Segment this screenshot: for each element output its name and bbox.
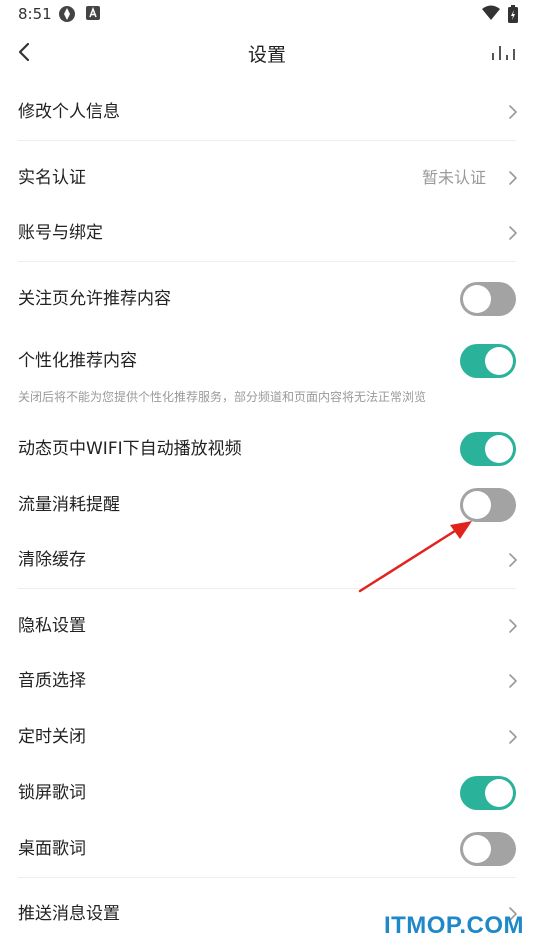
toggle-knob [485,779,513,807]
toggle-knob [463,285,491,313]
chevron-right-icon [509,226,517,240]
privacy-settings-row[interactable]: 隐私设置 [18,606,517,646]
wifi-autoplay-row: 动态页中WIFI下自动播放视频 [18,429,516,469]
realname-auth-row[interactable]: 实名认证 暂未认证 [18,158,517,198]
desktop-lyrics-toggle[interactable] [460,832,516,866]
lockscreen-lyrics-toggle[interactable] [460,776,516,810]
realname-status: 暂未认证 [421,168,486,187]
toggle-knob [485,347,513,375]
toggle-knob [485,435,513,463]
account-binding-label: 账号与绑定 [18,223,103,243]
wifi-autoplay-toggle[interactable] [460,432,516,466]
divider [18,261,516,262]
timer-close-label: 定时关闭 [18,727,86,747]
clear-cache-label: 清除缓存 [18,550,86,570]
chevron-right-icon [509,674,517,688]
equalizer-icon [492,46,515,60]
edit-profile-row[interactable]: 修改个人信息 [18,92,517,132]
follow-recommend-toggle[interactable] [460,282,516,316]
account-binding-row[interactable]: 账号与绑定 [18,213,517,253]
divider [18,140,516,141]
push-settings-label: 推送消息设置 [18,904,120,924]
desktop-lyrics-row: 桌面歌词 [18,829,516,869]
audio-quality-row[interactable]: 音质选择 [18,661,517,701]
personalized-recommend-toggle[interactable] [460,344,516,378]
annotation-arrow-icon [358,521,472,593]
app-notification-icon [58,5,76,27]
follow-recommend-row: 关注页允许推荐内容 [18,279,516,319]
audio-quality-label: 音质选择 [18,671,86,691]
battery-icon [508,5,518,27]
chevron-right-icon [509,619,517,633]
wifi-autoplay-label: 动态页中WIFI下自动播放视频 [18,439,242,459]
chevron-right-icon [509,553,517,567]
divider [18,877,516,878]
chevron-right-icon [509,105,517,119]
page-title: 设置 [247,44,286,66]
equalizer-button[interactable] [490,40,518,64]
desktop-lyrics-label: 桌面歌词 [18,839,86,859]
personalized-recommend-label: 个性化推荐内容 [18,351,137,371]
timer-close-row[interactable]: 定时关闭 [18,717,517,757]
follow-recommend-label: 关注页允许推荐内容 [18,289,171,309]
personalized-hint: 关闭后将不能为您提供个性化推荐服务，部分频道和页面内容将无法正常浏览 [18,390,427,404]
data-usage-reminder-label: 流量消耗提醒 [18,495,120,515]
a-notification-icon [86,5,100,25]
nav-bar: 设置 [0,28,534,76]
watermark-logo: ITMOP.COM [383,912,524,939]
lockscreen-lyrics-row: 锁屏歌词 [18,773,516,813]
realname-auth-label: 实名认证 [18,168,86,188]
personalized-recommend-row: 个性化推荐内容 [18,341,516,381]
status-time: 8:51 [18,5,52,23]
lockscreen-lyrics-label: 锁屏歌词 [18,783,86,803]
toggle-knob [463,835,491,863]
wifi-icon [482,5,500,25]
edit-profile-label: 修改个人信息 [18,102,120,122]
privacy-settings-label: 隐私设置 [18,616,86,636]
chevron-right-icon [509,171,517,185]
chevron-right-icon [509,730,517,744]
status-bar: 8:51 [0,0,534,28]
